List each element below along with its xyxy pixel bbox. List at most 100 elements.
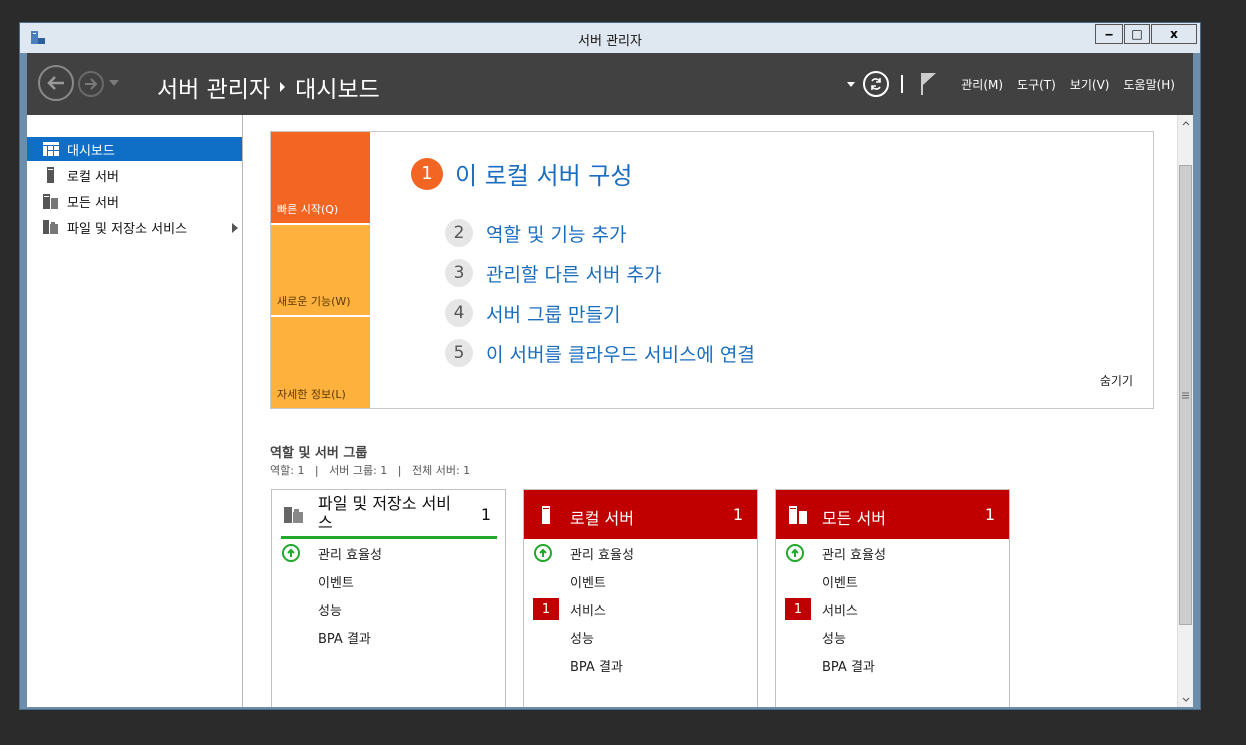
grip-icon <box>1182 392 1189 398</box>
step-configure-local-server[interactable]: 1 이 로컬 서버 구성 <box>411 156 632 191</box>
header-bar: 서버 관리자 대시보드 관리(M) 도구(T) 보기(V) 도움말(H) <box>27 53 1193 115</box>
card-header[interactable]: 파일 및 저장소 서비 스 1 <box>272 490 505 539</box>
sidebar-item-label: 모든 서버 <box>67 195 119 211</box>
status-up-icon <box>786 544 804 562</box>
menu-view[interactable]: 보기(V) <box>1070 76 1110 93</box>
card-row-manageability[interactable]: 관리 효율성 <box>524 540 757 566</box>
tile-label: 자세한 정보(L) <box>277 388 346 401</box>
server-icon <box>542 506 550 524</box>
step-create-group[interactable]: 4 서버 그룹 만들기 <box>445 299 620 327</box>
card-row-performance[interactable]: 성능 <box>776 624 1009 650</box>
role-card-local-server[interactable]: 로컬 서버 1 관리 효율성 이벤트 1 서비스 성능 BPA 결과 <box>523 489 758 707</box>
status-ok-bar <box>281 536 497 539</box>
card-count: 1 <box>480 505 491 524</box>
header-toolbar: 관리(M) 도구(T) 보기(V) 도움말(H) <box>847 53 1193 115</box>
step-link[interactable]: 이 로컬 서버 구성 <box>455 156 632 191</box>
card-title: 모든 서버 <box>822 509 886 528</box>
role-card-all-servers[interactable]: 모든 서버 1 관리 효율성 이벤트 1 서비스 성능 BPA 결과 <box>775 489 1010 707</box>
step-link[interactable]: 이 서버를 클라우드 서비스에 연결 <box>486 340 755 367</box>
notifications-flag-icon[interactable] <box>919 72 939 96</box>
menu-manage[interactable]: 관리(M) <box>961 76 1003 93</box>
forward-button[interactable] <box>78 71 104 97</box>
sidebar-item-label: 파일 및 저장소 서비스 <box>67 221 188 237</box>
refresh-button[interactable] <box>863 71 890 97</box>
window-title: 서버 관리자 <box>578 34 642 49</box>
dashboard-main: 빠른 시작(Q) 새로운 기능(W) 자세한 정보(L) 1 이 로컬 서버 구… <box>244 115 1177 707</box>
file-storage-icon <box>43 220 58 234</box>
sidebar-item-label: 대시보드 <box>67 143 115 159</box>
roles-section-title: 역할 및 서버 그룹 <box>270 446 368 461</box>
content-area: 대시보드 로컬 서버 모든 서버 파일 및 저장소 서비스 빠른 시작(Q) 새… <box>27 115 1193 707</box>
quick-start-panel: 빠른 시작(Q) 새로운 기능(W) 자세한 정보(L) 1 이 로컬 서버 구… <box>270 131 1154 409</box>
roles-summary: 역할: 1 | 서버 그룹: 1 | 전체 서버: 1 <box>270 464 471 477</box>
sidebar-item-file-storage[interactable]: 파일 및 저장소 서비스 <box>27 215 242 239</box>
back-button[interactable] <box>38 65 74 101</box>
card-row-services[interactable]: 1 서비스 <box>776 596 1009 622</box>
card-row-bpa[interactable]: BPA 결과 <box>524 652 757 678</box>
tile-learn-more[interactable]: 자세한 정보(L) <box>271 317 370 408</box>
alert-count-badge: 1 <box>533 598 559 620</box>
card-row-events[interactable]: 이벤트 <box>524 568 757 594</box>
sidebar-item-dashboard[interactable]: 대시보드 <box>27 137 242 161</box>
status-up-icon <box>282 544 300 562</box>
menu-help[interactable]: 도움말(H) <box>1123 76 1175 93</box>
breadcrumb: 서버 관리자 대시보드 <box>157 70 380 104</box>
card-count: 1 <box>984 505 995 524</box>
card-row-events[interactable]: 이벤트 <box>776 568 1009 594</box>
step-add-roles[interactable]: 2 역할 및 기능 추가 <box>445 219 626 247</box>
arrow-left-icon <box>47 76 64 90</box>
breadcrumb-root[interactable]: 서버 관리자 <box>157 70 270 104</box>
server-icon <box>47 167 54 183</box>
scroll-down-button[interactable] <box>1178 691 1194 707</box>
servers-icon <box>789 506 807 524</box>
history-dropdown-icon[interactable] <box>109 80 119 86</box>
card-row-events[interactable]: 이벤트 <box>272 568 505 594</box>
chevron-up-icon <box>1182 120 1190 125</box>
step-link[interactable]: 역할 및 기능 추가 <box>486 220 626 247</box>
scroll-thumb[interactable] <box>1179 165 1192 625</box>
alert-count-badge: 1 <box>785 598 811 620</box>
sidebar-item-all-servers[interactable]: 모든 서버 <box>27 189 242 213</box>
scroll-up-button[interactable] <box>1178 115 1194 131</box>
chevron-down-icon <box>1182 697 1190 702</box>
step-number: 4 <box>445 299 473 327</box>
sidebar-item-local-server[interactable]: 로컬 서버 <box>27 163 242 187</box>
menu-tools[interactable]: 도구(T) <box>1017 76 1056 93</box>
maximize-button[interactable]: □ <box>1124 24 1150 44</box>
step-link[interactable]: 관리할 다른 서버 추가 <box>486 260 661 287</box>
arrow-right-icon <box>85 78 98 90</box>
card-row-bpa[interactable]: BPA 결과 <box>776 652 1009 678</box>
minimize-button[interactable]: ‒ <box>1095 24 1123 44</box>
card-title: 로컬 서버 <box>570 509 634 528</box>
tile-quick-start[interactable]: 빠른 시작(Q) <box>271 132 370 223</box>
card-row-services[interactable]: 1 서비스 <box>524 596 757 622</box>
card-title: 파일 및 저장소 서비 스 <box>318 494 452 532</box>
file-storage-icon <box>284 507 303 523</box>
tile-whats-new[interactable]: 새로운 기능(W) <box>271 225 370 315</box>
step-number: 3 <box>445 259 473 287</box>
step-connect-cloud[interactable]: 5 이 서버를 클라우드 서비스에 연결 <box>445 339 755 367</box>
card-header[interactable]: 로컬 서버 1 <box>524 490 757 539</box>
step-link[interactable]: 서버 그룹 만들기 <box>486 300 620 327</box>
card-row-performance[interactable]: 성능 <box>272 596 505 622</box>
breadcrumb-dropdown-icon[interactable] <box>847 81 856 87</box>
main-menu: 관리(M) 도구(T) 보기(V) 도움말(H) <box>961 76 1175 93</box>
card-row-performance[interactable]: 성능 <box>524 624 757 650</box>
title-bar: 서버 관리자 ‒ □ x <box>20 23 1200 53</box>
close-button[interactable]: x <box>1151 24 1197 44</box>
servers-icon <box>43 194 58 209</box>
refresh-icon <box>871 78 882 90</box>
status-up-icon <box>534 544 552 562</box>
hide-link[interactable]: 숨기기 <box>1100 372 1133 389</box>
role-card-file-storage[interactable]: 파일 및 저장소 서비 스 1 관리 효율성 이벤트 성능 BPA 결과 <box>271 489 506 707</box>
card-row-manageability[interactable]: 관리 효율성 <box>272 540 505 566</box>
breadcrumb-current: 대시보드 <box>295 77 380 103</box>
card-header[interactable]: 모든 서버 1 <box>776 490 1009 539</box>
expand-arrow-icon[interactable] <box>232 223 238 233</box>
card-row-bpa[interactable]: BPA 결과 <box>272 624 505 650</box>
card-row-manageability[interactable]: 관리 효율성 <box>776 540 1009 566</box>
breadcrumb-separator-icon <box>280 82 286 92</box>
step-add-servers[interactable]: 3 관리할 다른 서버 추가 <box>445 259 661 287</box>
vertical-scrollbar[interactable] <box>1177 115 1193 707</box>
dashboard-icon <box>43 142 59 156</box>
